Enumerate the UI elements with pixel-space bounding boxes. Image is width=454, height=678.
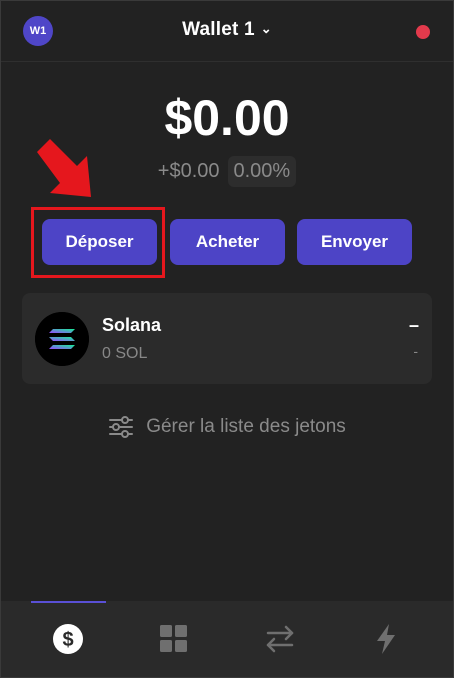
bottom-navigation: $ [1,601,453,677]
grid-icon [160,625,187,652]
token-row-solana[interactable]: Solana 0 SOL – - [22,293,432,384]
dollar-icon: $ [53,624,83,654]
balance-change-amount: +$0.00 [157,160,220,182]
balance-change-percent: 0.00% [227,156,297,187]
token-name: Solana [102,315,162,335]
token-amount: 0 SOL [102,345,148,362]
tab-activity[interactable] [366,621,406,657]
send-button[interactable]: Envoyer [297,219,412,265]
wallet-selector[interactable]: Wallet 1 ⌄ [1,19,453,41]
wallet-popup: W1 Wallet 1 ⌄ $0.00 +$0.00 0.00% Déposer A… [0,0,454,678]
solana-logo-icon [35,312,89,366]
tab-collectibles[interactable] [154,621,194,657]
manage-token-list-button[interactable]: Gérer la liste des jetons [1,415,453,439]
sliders-icon [109,416,134,438]
wallet-name: Wallet 1 [182,19,255,40]
chevron-down-icon: ⌄ [260,21,272,36]
token-value: – [408,315,419,335]
manage-token-list-label: Gérer la liste des jetons [146,416,346,437]
svg-text:$: $ [62,629,73,651]
connection-status-dot[interactable] [416,25,430,39]
lightning-icon [377,624,395,654]
tab-wallet[interactable]: $ [48,621,88,657]
annotation-arrow-icon [37,139,91,197]
deposit-button[interactable]: Déposer [42,219,157,265]
tab-swap[interactable] [260,621,300,657]
active-tab-indicator [31,601,106,603]
swap-icon [266,625,294,653]
token-change: - [413,343,418,359]
header: W1 Wallet 1 ⌄ [1,1,453,62]
buy-button[interactable]: Acheter [170,219,285,265]
